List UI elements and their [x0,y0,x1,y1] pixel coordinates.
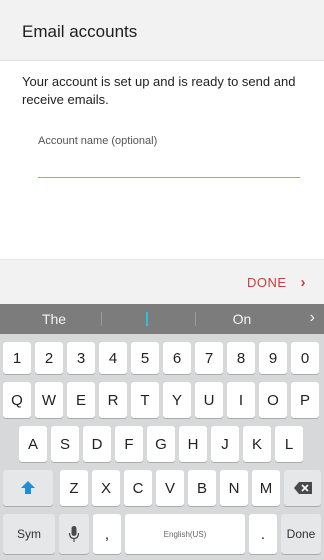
key-9[interactable]: 9 [259,342,287,374]
app-header: Email accounts [0,0,324,61]
key-o[interactable]: O [259,382,287,418]
key-n[interactable]: N [220,470,248,506]
key-j[interactable]: J [211,426,239,462]
key-w[interactable]: W [35,382,63,418]
shift-key[interactable] [3,470,53,506]
key-3[interactable]: 3 [67,342,95,374]
suggestion-left[interactable]: The [28,311,80,327]
backspace-key[interactable] [284,470,321,506]
voice-input-key[interactable] [59,514,89,554]
key-p[interactable]: P [291,382,319,418]
key-q[interactable]: Q [3,382,31,418]
space-key[interactable]: English(US) [125,514,245,554]
page-title: Email accounts [22,22,138,41]
done-button[interactable]: DONE › [247,274,306,291]
microphone-icon [68,526,80,542]
suggestion-bar: The On › [0,304,324,334]
setup-message: Your account is set up and is ready to s… [22,74,296,107]
suggestion-divider [195,312,196,326]
chevron-right-icon: › [300,274,306,291]
chevron-right-icon[interactable]: › [310,309,315,327]
shift-up-arrow-icon [21,481,35,494]
key-x[interactable]: X [92,470,120,506]
key-i[interactable]: I [227,382,255,418]
content-area: Your account is set up and is ready to s… [0,61,324,259]
key-u[interactable]: U [195,382,223,418]
key-d[interactable]: D [83,426,111,462]
key-g[interactable]: G [147,426,175,462]
account-name-input[interactable] [38,153,300,178]
period-key[interactable]: . [249,514,277,554]
suggestion-cursor [146,312,148,326]
bottom-action-bar: DONE › [0,259,324,305]
key-t[interactable]: T [131,382,159,418]
key-h[interactable]: H [179,426,207,462]
key-k[interactable]: K [243,426,271,462]
key-2[interactable]: 2 [35,342,63,374]
key-c[interactable]: C [124,470,152,506]
key-a[interactable]: A [19,426,47,462]
key-s[interactable]: S [51,426,79,462]
key-v[interactable]: V [156,470,184,506]
key-4[interactable]: 4 [99,342,127,374]
key-y[interactable]: Y [163,382,191,418]
key-8[interactable]: 8 [227,342,255,374]
key-m[interactable]: M [252,470,280,506]
key-e[interactable]: E [67,382,95,418]
key-5[interactable]: 5 [131,342,159,374]
sym-key[interactable]: Sym [3,514,55,554]
key-r[interactable]: R [99,382,127,418]
key-z[interactable]: Z [60,470,88,506]
key-b[interactable]: B [188,470,216,506]
key-0[interactable]: 0 [291,342,319,374]
suggestion-divider [101,312,102,326]
key-1[interactable]: 1 [3,342,31,374]
comma-key[interactable]: , [93,514,121,554]
done-button-label: DONE [246,275,287,290]
keyboard: 1 2 3 4 5 6 7 8 9 0 Q W E R T Y U I O P … [0,334,324,560]
suggestion-right[interactable]: On [216,311,268,327]
key-6[interactable]: 6 [163,342,191,374]
key-l[interactable]: L [275,426,303,462]
account-name-label: Account name (optional) [38,135,158,147]
backspace-icon [293,482,312,494]
keyboard-done-key[interactable]: Done [281,514,321,554]
key-7[interactable]: 7 [195,342,223,374]
key-f[interactable]: F [115,426,143,462]
